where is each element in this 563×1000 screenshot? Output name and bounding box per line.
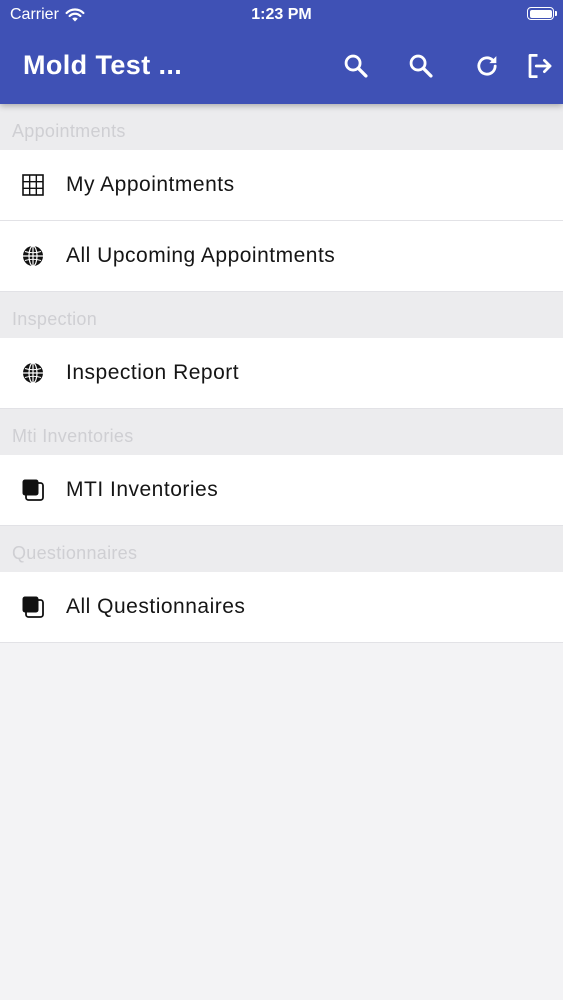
list-item-label: MTI Inventories: [66, 478, 219, 501]
list-item-label: Inspection Report: [66, 361, 240, 384]
list-item-label: All Questionnaires: [66, 595, 246, 618]
page-title: Mold Test ...: [23, 50, 183, 80]
battery-icon: [527, 7, 557, 20]
section-header-inspection: Inspection: [0, 292, 563, 338]
search-button-secondary[interactable]: [403, 48, 439, 84]
list-item-all-questionnaires[interactable]: All Questionnaires: [0, 572, 563, 643]
section-header-appointments: Appointments: [0, 104, 563, 150]
globe-icon: [21, 244, 45, 268]
section-header-questionnaires: Questionnaires: [0, 526, 563, 572]
logout-icon: [528, 54, 552, 78]
globe-icon: [21, 361, 45, 385]
search-icon: [409, 54, 433, 78]
stack-icon: [21, 595, 45, 619]
list-item-my-appointments[interactable]: My Appointments: [0, 150, 563, 221]
search-icon: [344, 54, 368, 78]
section-header-mti-inventories: Mti Inventories: [0, 409, 563, 455]
list-item-inspection-report[interactable]: Inspection Report: [0, 338, 563, 409]
logout-button[interactable]: [522, 48, 558, 84]
status-time: 1:23 PM: [251, 6, 312, 23]
grid-icon: [21, 173, 45, 197]
app-header: Carrier 1:23 PM Mold Test ...: [0, 0, 563, 104]
refresh-button[interactable]: [469, 48, 505, 84]
stack-icon: [21, 478, 45, 502]
list-item-label: All Upcoming Appointments: [66, 244, 336, 267]
refresh-icon: [477, 56, 497, 76]
menu-list: Appointments My Appointments All Upcomin…: [0, 104, 563, 643]
status-bar: Carrier 1:23 PM: [0, 0, 563, 30]
search-button[interactable]: [338, 48, 374, 84]
list-item-all-upcoming-appointments[interactable]: All Upcoming Appointments: [0, 221, 563, 292]
list-item-label: My Appointments: [66, 173, 235, 196]
list-item-mti-inventories[interactable]: MTI Inventories: [0, 455, 563, 526]
